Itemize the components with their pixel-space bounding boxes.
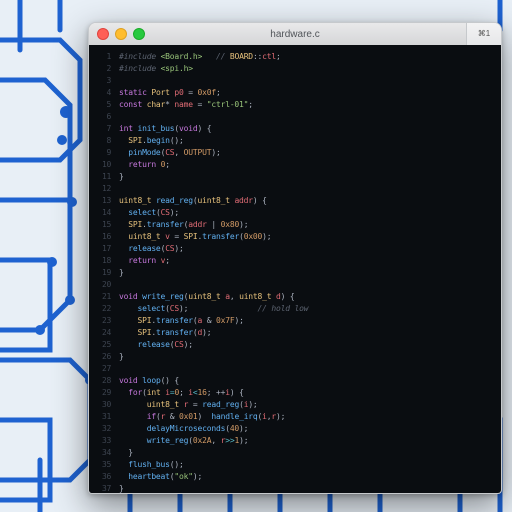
code-line[interactable]: flush_bus();: [119, 459, 493, 471]
code-line[interactable]: #include <spi.h>: [119, 63, 493, 75]
line-number: 18: [89, 255, 111, 267]
line-number: 15: [89, 219, 111, 231]
line-number: 9: [89, 147, 111, 159]
line-number: 29: [89, 387, 111, 399]
code-line[interactable]: SPI.transfer(d);: [119, 327, 493, 339]
code-line[interactable]: pinMode(CS, OUTPUT);: [119, 147, 493, 159]
code-line[interactable]: release(CS);: [119, 339, 493, 351]
code-line[interactable]: }: [119, 447, 493, 459]
line-number: 11: [89, 171, 111, 183]
code-line[interactable]: }: [119, 171, 493, 183]
code-line[interactable]: }: [119, 351, 493, 363]
code-area[interactable]: #include <Board.h> // BOARD::ctl;#includ…: [119, 51, 493, 493]
line-number: 34: [89, 447, 111, 459]
code-line[interactable]: [119, 183, 493, 195]
line-number: 4: [89, 87, 111, 99]
minimize-icon[interactable]: [115, 28, 127, 40]
code-line[interactable]: void write_reg(uint8_t a, uint8_t d) {: [119, 291, 493, 303]
code-line[interactable]: [119, 363, 493, 375]
code-line[interactable]: [119, 279, 493, 291]
window-titlebar[interactable]: hardware.c: [89, 23, 501, 46]
line-number: 25: [89, 339, 111, 351]
line-number: 23: [89, 315, 111, 327]
line-number: 10: [89, 159, 111, 171]
code-line[interactable]: release(CS);: [119, 243, 493, 255]
code-line[interactable]: select(CS); // hold low: [119, 303, 493, 315]
line-number: 35: [89, 459, 111, 471]
code-line[interactable]: }: [119, 267, 493, 279]
line-number: 7: [89, 123, 111, 135]
window-corner-tag: ⌘1: [466, 23, 501, 46]
code-line[interactable]: [119, 75, 493, 87]
code-line[interactable]: delayMicroseconds(40);: [119, 423, 493, 435]
code-line[interactable]: write_reg(0x2A, r>>1);: [119, 435, 493, 447]
code-line[interactable]: SPI.begin();: [119, 135, 493, 147]
zoom-icon[interactable]: [133, 28, 145, 40]
line-number: 22: [89, 303, 111, 315]
line-number: 37: [89, 483, 111, 493]
line-number: 28: [89, 375, 111, 387]
editor-viewport[interactable]: 1234567891011121314151617181920212223242…: [89, 45, 501, 493]
line-number: 5: [89, 99, 111, 111]
code-line[interactable]: uint8_t v = SPI.transfer(0x00);: [119, 231, 493, 243]
line-number: 27: [89, 363, 111, 375]
code-line[interactable]: void loop() {: [119, 375, 493, 387]
code-line[interactable]: if(r & 0x01) handle_irq(i,r);: [119, 411, 493, 423]
line-number: 33: [89, 435, 111, 447]
code-line[interactable]: [119, 111, 493, 123]
line-number: 13: [89, 195, 111, 207]
line-number: 31: [89, 411, 111, 423]
line-number: 20: [89, 279, 111, 291]
line-number: 26: [89, 351, 111, 363]
line-number: 32: [89, 423, 111, 435]
window-title: hardware.c: [89, 29, 501, 40]
traffic-lights: [97, 28, 145, 40]
line-number: 30: [89, 399, 111, 411]
code-line[interactable]: return 0;: [119, 159, 493, 171]
code-line[interactable]: static Port p0 = 0x0f;: [119, 87, 493, 99]
line-number: 36: [89, 471, 111, 483]
code-line[interactable]: }: [119, 483, 493, 493]
code-line[interactable]: const char* name = "ctrl-01";: [119, 99, 493, 111]
line-number-gutter: 1234567891011121314151617181920212223242…: [89, 45, 115, 493]
line-number: 1: [89, 51, 111, 63]
code-line[interactable]: uint8_t read_reg(uint8_t addr) {: [119, 195, 493, 207]
code-line[interactable]: SPI.transfer(a & 0x7F);: [119, 315, 493, 327]
code-line[interactable]: SPI.transfer(addr | 0x80);: [119, 219, 493, 231]
close-icon[interactable]: [97, 28, 109, 40]
code-line[interactable]: int init_bus(void) {: [119, 123, 493, 135]
line-number: 12: [89, 183, 111, 195]
line-number: 14: [89, 207, 111, 219]
line-number: 24: [89, 327, 111, 339]
line-number: 3: [89, 75, 111, 87]
code-line[interactable]: uint8_t r = read_reg(i);: [119, 399, 493, 411]
line-number: 16: [89, 231, 111, 243]
code-line[interactable]: for(int i=0; i<16; ++i) {: [119, 387, 493, 399]
line-number: 21: [89, 291, 111, 303]
line-number: 2: [89, 63, 111, 75]
code-line[interactable]: select(CS);: [119, 207, 493, 219]
line-number: 8: [89, 135, 111, 147]
line-number: 19: [89, 267, 111, 279]
line-number: 17: [89, 243, 111, 255]
line-number: 6: [89, 111, 111, 123]
code-line[interactable]: heartbeat("ok");: [119, 471, 493, 483]
editor-window[interactable]: hardware.c ⌘1 12345678910111213141516171…: [88, 22, 502, 494]
code-line[interactable]: #include <Board.h> // BOARD::ctl;: [119, 51, 493, 63]
code-line[interactable]: return v;: [119, 255, 493, 267]
